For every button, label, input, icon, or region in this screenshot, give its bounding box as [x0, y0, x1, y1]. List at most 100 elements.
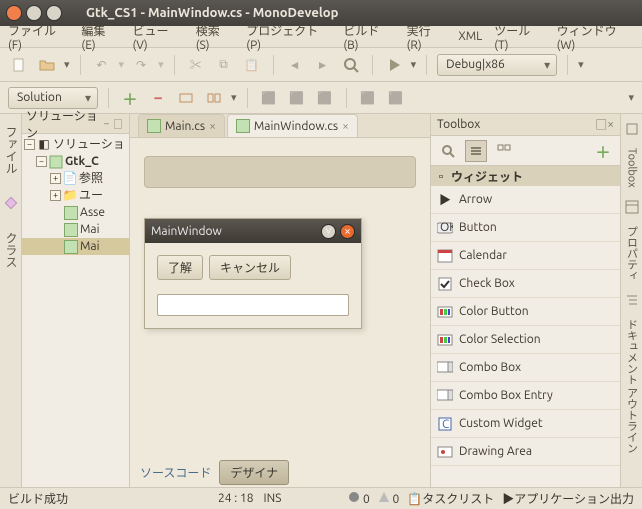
open-dropdown-icon[interactable]: ▾: [64, 58, 70, 71]
open-icon[interactable]: [36, 54, 58, 76]
designer-surface[interactable]: MainWindow ˅ × 了解 キャンセル ソースコード デザイナ: [130, 138, 430, 487]
designer-view-switch: ソースコード デザイナ: [130, 457, 430, 487]
menu-file[interactable]: ファイル (F): [4, 20, 73, 54]
toolbox-item-comboboxentry[interactable]: Combo Box Entry: [431, 382, 620, 410]
right-tab-toolbox-icon[interactable]: [621, 118, 642, 140]
toolbox-add-icon[interactable]: ＋: [592, 140, 614, 162]
status-errors[interactable]: 0: [348, 491, 370, 506]
panel-dock-icon[interactable]: □: [595, 116, 607, 133]
form-mainwindow[interactable]: MainWindow ˅ × 了解 キャンセル: [144, 218, 362, 329]
source-view-link[interactable]: ソースコード: [140, 464, 211, 481]
right-tab-properties-icon[interactable]: [621, 196, 642, 218]
toolbox-item-drawingarea[interactable]: Drawing Area: [431, 438, 620, 466]
toolbox-item-combobox[interactable]: Combo Box: [431, 354, 620, 382]
ok-button[interactable]: 了解: [157, 255, 203, 280]
toolbox-item-arrow[interactable]: ▶Arrow: [431, 186, 620, 214]
align1-icon[interactable]: ⬛: [258, 87, 280, 109]
toolbox-item-calendar[interactable]: Calendar: [431, 242, 620, 270]
nav-back-icon[interactable]: ◄: [284, 54, 306, 76]
menu-edit[interactable]: 編集 (E): [77, 20, 124, 54]
button-icon: OK: [437, 220, 453, 236]
color-selection-icon: [437, 332, 453, 348]
align3-icon[interactable]: ⬛: [314, 87, 336, 109]
right-tab-outline-icon[interactable]: [621, 289, 642, 311]
toolbox-item-checkbox[interactable]: Check Box: [431, 270, 620, 298]
right-tab-properties[interactable]: プロパティ: [622, 222, 642, 285]
cut-icon[interactable]: ✂: [185, 54, 207, 76]
panel-close-icon[interactable]: □: [111, 116, 125, 131]
right-tab-toolbox[interactable]: Toolbox: [624, 144, 640, 192]
status-appoutput[interactable]: ▶アプリケーション出力: [502, 490, 634, 507]
align5-icon[interactable]: ⬛: [385, 87, 407, 109]
layout2-icon[interactable]: [203, 87, 225, 109]
layout1-icon[interactable]: [175, 87, 197, 109]
tab-close-icon[interactable]: ×: [342, 120, 349, 133]
new-file-icon[interactable]: [8, 54, 30, 76]
right-tab-outline[interactable]: ドキュメント アウトライン: [622, 315, 642, 458]
panel-close-icon[interactable]: ×: [607, 118, 614, 131]
config-combo[interactable]: Debug|x86: [437, 54, 557, 76]
remove-icon[interactable]: −: [147, 87, 169, 109]
copy-icon[interactable]: ⧉: [213, 54, 235, 76]
toolbox-item-customwidget[interactable]: CCustom Widget: [431, 410, 620, 438]
cancel-button[interactable]: キャンセル: [209, 255, 291, 280]
menu-tools[interactable]: ツール (T): [490, 20, 548, 54]
designer-view-button[interactable]: デザイナ: [219, 460, 289, 485]
run-icon[interactable]: [383, 54, 405, 76]
add-icon[interactable]: ＋: [119, 87, 141, 109]
menu-search[interactable]: 検索 (S): [192, 20, 239, 54]
menubar: ファイル (F) 編集 (E) ビュー (V) 検索 (S) プロジェクト (P…: [0, 26, 642, 48]
solution-tree[interactable]: −◧ソリューショ −Gtk_C +📄参照 +📁ユー Asse Mai Mai: [22, 134, 129, 487]
redo-icon[interactable]: ↷: [130, 54, 152, 76]
toolbar2-overflow-icon[interactable]: ▾: [628, 91, 634, 104]
menu-run[interactable]: 実行 (R): [403, 20, 451, 54]
toolbox-panel: Toolbox □ × ＋ ▫ウィジェット ▶Arrow OKButton Ca…: [430, 114, 620, 487]
navigate-to-icon[interactable]: [340, 54, 362, 76]
toolbox-grid-icon[interactable]: [493, 140, 515, 162]
toolbox-item-colorbutton[interactable]: Color Button: [431, 298, 620, 326]
align2-icon[interactable]: ⬛: [286, 87, 308, 109]
paste-icon[interactable]: 📋: [241, 54, 263, 76]
form-close-icon[interactable]: ×: [340, 224, 355, 239]
editor-tabs: Main.cs× MainWindow.cs×: [130, 114, 430, 138]
toolbar-overflow-icon[interactable]: ▾: [578, 58, 584, 71]
toolbox-group-header[interactable]: ▫ウィジェット: [431, 166, 620, 186]
svg-text:OK: OK: [440, 221, 453, 234]
toolbox-search-icon[interactable]: [437, 140, 459, 162]
svg-text:C: C: [442, 418, 450, 431]
status-build: ビルド成功: [8, 490, 68, 507]
status-insert-mode: INS: [264, 492, 282, 505]
solution-panel-header: ソリューション – □: [22, 114, 129, 134]
align4-icon[interactable]: ⬛: [357, 87, 379, 109]
solution-combo[interactable]: Solution: [8, 87, 98, 109]
toolbox-list-icon[interactable]: [465, 140, 487, 162]
toolbox-item-colorselection[interactable]: Color Selection: [431, 326, 620, 354]
tab-main-cs[interactable]: Main.cs×: [138, 114, 225, 137]
tab-mainwindow-cs[interactable]: MainWindow.cs×: [227, 114, 358, 137]
nav-fwd-icon[interactable]: ►: [312, 54, 334, 76]
panel-autohide-icon[interactable]: –: [102, 118, 111, 129]
entry-input[interactable]: [157, 294, 349, 316]
window-title: Gtk_CS1 - MainWindow.cs - MonoDevelop: [86, 6, 338, 20]
tab-close-icon[interactable]: ×: [209, 120, 216, 133]
calendar-icon: [437, 248, 453, 264]
status-warnings[interactable]: 0: [378, 491, 400, 506]
menu-xml[interactable]: XML: [454, 28, 486, 45]
form-minimize-icon[interactable]: ˅: [321, 224, 336, 239]
combobox-icon: [437, 360, 453, 376]
designer-toolstrip: [144, 156, 416, 188]
main-toolbar: ▾ ↶▾ ↷▾ ✂ ⧉ 📋 ◄ ► ▾ Debug|x86 ▾: [0, 48, 642, 82]
toolbox-item-button[interactable]: OKButton: [431, 214, 620, 242]
menu-view[interactable]: ビュー (V): [128, 20, 187, 54]
left-tab-diamond-icon[interactable]: [0, 192, 22, 214]
left-tab-classes[interactable]: クラス: [0, 226, 21, 274]
menu-window[interactable]: ウィンドウ (W): [553, 20, 638, 54]
menu-build[interactable]: ビルド (B): [339, 20, 398, 54]
arrow-icon: ▶: [437, 192, 453, 208]
status-tasklist[interactable]: 📋タスクリスト: [407, 490, 494, 507]
undo-icon[interactable]: ↶: [91, 54, 113, 76]
checkbox-icon: [437, 276, 453, 292]
menu-project[interactable]: プロジェクト (P): [242, 20, 335, 54]
left-tab-files[interactable]: ファイル: [0, 120, 21, 180]
right-sidebar-strip: Toolbox プロパティ ドキュメント アウトライン: [620, 114, 642, 487]
